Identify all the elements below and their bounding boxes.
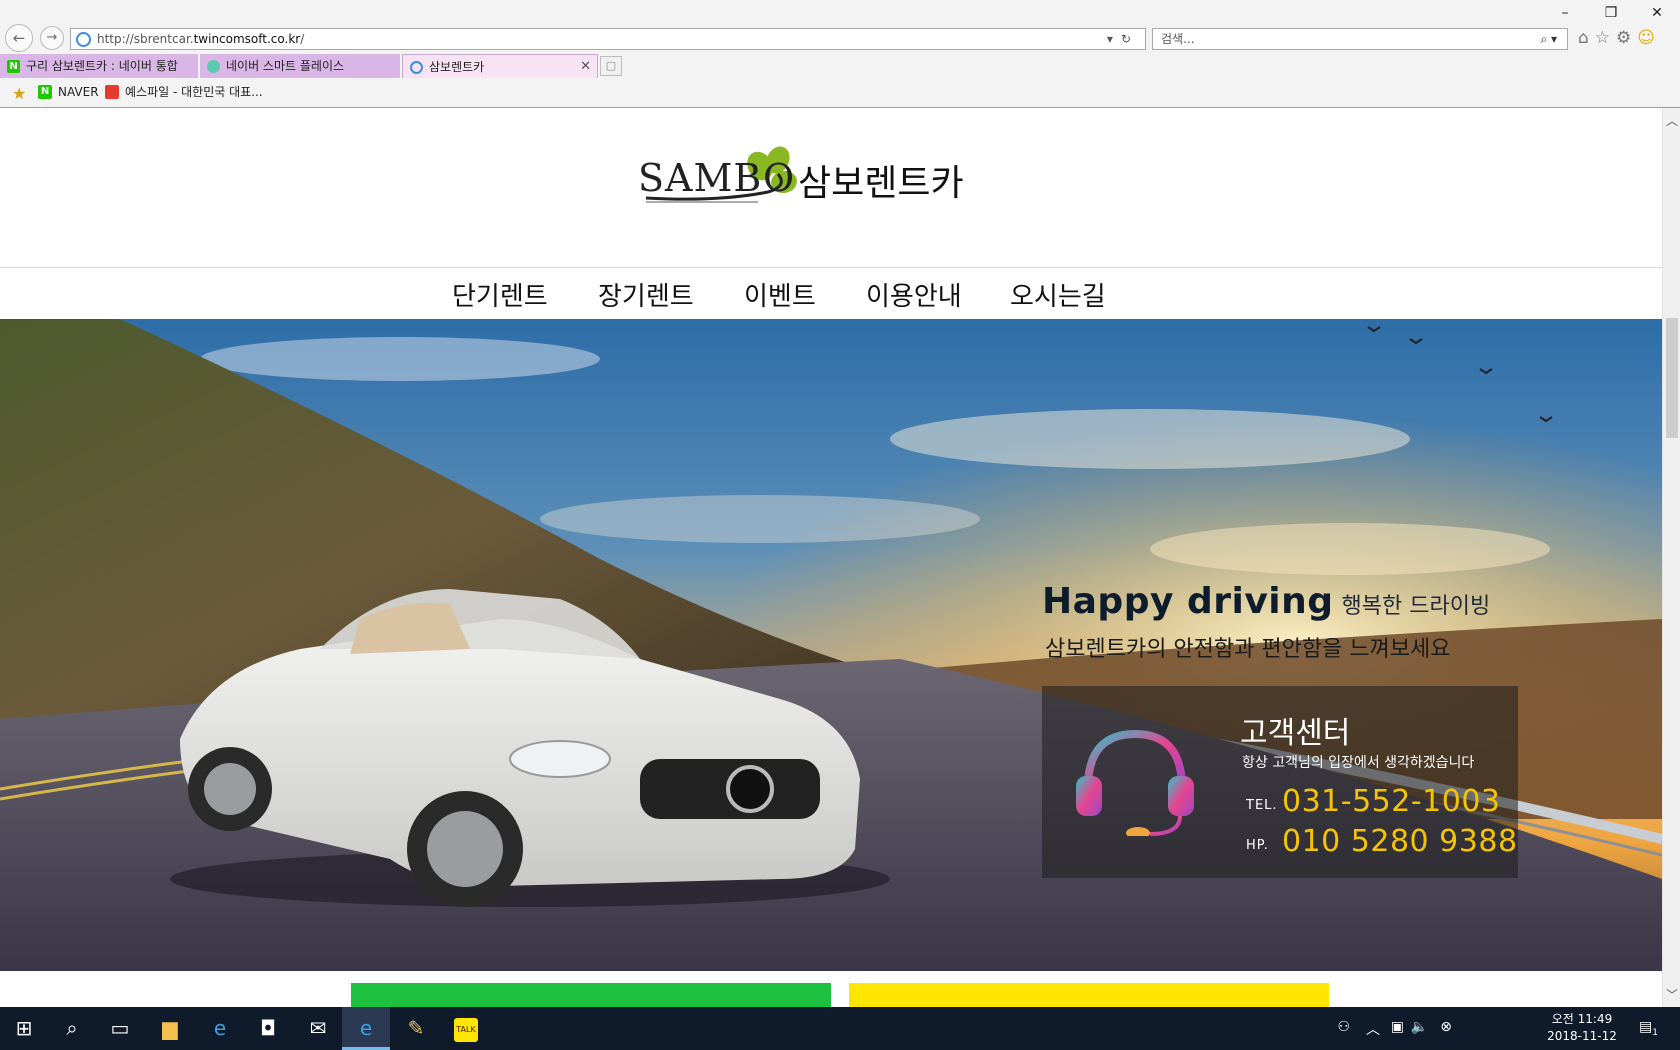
menu-short-term[interactable]: 단기렌트: [452, 276, 548, 313]
ie-page-icon: [410, 61, 423, 74]
hp-number[interactable]: 010 5280 9388: [1282, 824, 1518, 859]
volume-icon[interactable]: 🔈: [1411, 1019, 1428, 1035]
tab-sambo-rentcar[interactable]: 삼보렌트카 ✕: [402, 54, 598, 78]
scroll-down-icon[interactable]: ﹀: [1663, 986, 1680, 1003]
chevron-up-icon[interactable]: ︿: [1366, 1019, 1380, 1039]
hero-tagline: Happy driving 행복한 드라이빙: [1042, 581, 1490, 622]
scroll-thumb[interactable]: [1666, 318, 1678, 438]
minimize-button[interactable]: –: [1542, 0, 1588, 26]
main-menu: 단기렌트 장기렌트 이벤트 이용안내 오시는길: [0, 267, 1662, 317]
windows-taskbar: ⊞ ⌕ ▭ ▆ e ◘ ✉ e ✎ TALK ⚇ ︿ ▣ 🔈 ⊗ 오전 11:4…: [0, 1007, 1680, 1050]
search-icon[interactable]: ⌕: [48, 1007, 96, 1050]
edge-browser-icon[interactable]: e: [196, 1007, 244, 1050]
close-window-button[interactable]: ✕: [1634, 0, 1680, 26]
menu-directions[interactable]: 오시는길: [1010, 276, 1106, 313]
browser-chrome: ← → http://sbrentcar.twincomsoft.co.kr/ …: [0, 0, 1680, 108]
back-button[interactable]: ←: [5, 24, 33, 52]
site-logo[interactable]: SAMBO 삼보렌트카: [638, 136, 978, 208]
forward-button[interactable]: →: [40, 26, 64, 50]
network-icon[interactable]: ▣: [1391, 1019, 1404, 1035]
favorites-star-icon[interactable]: ☆: [1595, 28, 1616, 48]
tagline-ko: 행복한 드라이빙: [1341, 594, 1491, 619]
mail-icon[interactable]: ✉: [294, 1007, 342, 1050]
tel-label: TEL.: [1246, 798, 1278, 813]
search-icon[interactable]: ⌕ ▾: [1540, 29, 1557, 49]
page-scrollbar[interactable]: ︿ ﹀: [1662, 108, 1680, 1007]
bottom-cards: [0, 983, 1662, 1007]
home-icon[interactable]: ⌂: [1578, 28, 1595, 48]
menu-long-term[interactable]: 장기렌트: [598, 276, 694, 313]
logo-text-ko: 삼보렌트카: [798, 163, 964, 204]
new-tab-button[interactable]: ▢: [600, 56, 622, 76]
file-explorer-icon[interactable]: ▆: [146, 1007, 194, 1050]
tab-smart-place[interactable]: 네이버 스마트 플레이스: [200, 54, 400, 78]
favorite-yesfile[interactable]: 예스파일 - 대한민국 대표...: [105, 80, 263, 104]
favorite-naver[interactable]: N NAVER: [38, 80, 99, 104]
smiley-icon[interactable]: ☺: [1637, 28, 1661, 48]
menu-guide[interactable]: 이용안내: [866, 276, 962, 313]
scroll-up-icon[interactable]: ︿: [1663, 112, 1680, 129]
web-page: SAMBO 삼보렌트카 단기렌트 장기렌트 이벤트 이용안내 오시는길 Happ…: [0, 108, 1662, 1007]
address-url: http://sbrentcar.twincomsoft.co.kr/: [97, 32, 305, 46]
toolbar-icons: ⌂☆⚙☺: [1578, 28, 1661, 48]
hp-label: HP.: [1246, 838, 1269, 853]
store-icon[interactable]: ◘: [244, 1007, 292, 1050]
ie-page-icon: [76, 32, 91, 47]
search-input[interactable]: 검색... ⌕ ▾: [1152, 28, 1568, 50]
menu-event[interactable]: 이벤트: [744, 276, 816, 313]
start-windows-icon[interactable]: ⊞: [0, 1007, 48, 1050]
card-right[interactable]: [849, 983, 1329, 1007]
people-icon[interactable]: ⚇: [1337, 1019, 1350, 1035]
naver-icon: N: [7, 60, 20, 73]
clock[interactable]: 오전 11:49 2018-11-12: [1542, 1011, 1622, 1045]
tagline-en: Happy driving: [1042, 581, 1334, 622]
smartplace-icon: [207, 60, 220, 73]
dropdown-icon[interactable]: ▾: [1107, 32, 1121, 46]
customer-center-box: 고객센터 항상 고객님의 입장에서 생각하겠습니다 TEL. 031-552-1…: [1042, 686, 1518, 878]
refresh-icon[interactable]: ↻: [1121, 32, 1139, 46]
hero-banner: Happy driving 행복한 드라이빙 삼보렌트카의 안전함과 편안함을 느…: [0, 319, 1662, 971]
task-view-icon[interactable]: ▭: [96, 1007, 144, 1050]
close-tab-icon[interactable]: ✕: [580, 55, 591, 78]
add-favorites-icon[interactable]: ★: [12, 82, 26, 106]
logo-text-en: SAMBO: [638, 156, 796, 200]
restore-button[interactable]: ❐: [1588, 0, 1634, 26]
yesfile-icon: [105, 85, 119, 99]
tel-number[interactable]: 031-552-1003: [1282, 784, 1501, 819]
headset-icon: [1076, 729, 1194, 836]
hero-subtagline: 삼보렌트카의 안전함과 편안함을 느껴보세요: [1045, 637, 1451, 662]
tab-naver-search[interactable]: N 구리 삼보렌트카 : 네이버 통합: [0, 54, 198, 78]
card-left[interactable]: [351, 983, 831, 1007]
gear-icon[interactable]: ⚙: [1616, 28, 1637, 48]
ime-icon[interactable]: ⊗: [1440, 1019, 1452, 1035]
naver-icon: N: [38, 85, 52, 99]
address-bar[interactable]: http://sbrentcar.twincomsoft.co.kr/ ▾↻: [70, 28, 1146, 50]
paint-icon[interactable]: ✎: [392, 1007, 440, 1050]
internet-explorer-icon[interactable]: e: [342, 1007, 390, 1050]
notification-icon[interactable]: ▤1: [1639, 1019, 1658, 1038]
customer-center-desc: 항상 고객님의 입장에서 생각하겠습니다: [1242, 755, 1475, 771]
window-controls: – ❐ ✕: [1542, 0, 1680, 26]
kakaotalk-icon[interactable]: TALK: [442, 1007, 490, 1050]
customer-center-title: 고객센터: [1240, 716, 1351, 751]
